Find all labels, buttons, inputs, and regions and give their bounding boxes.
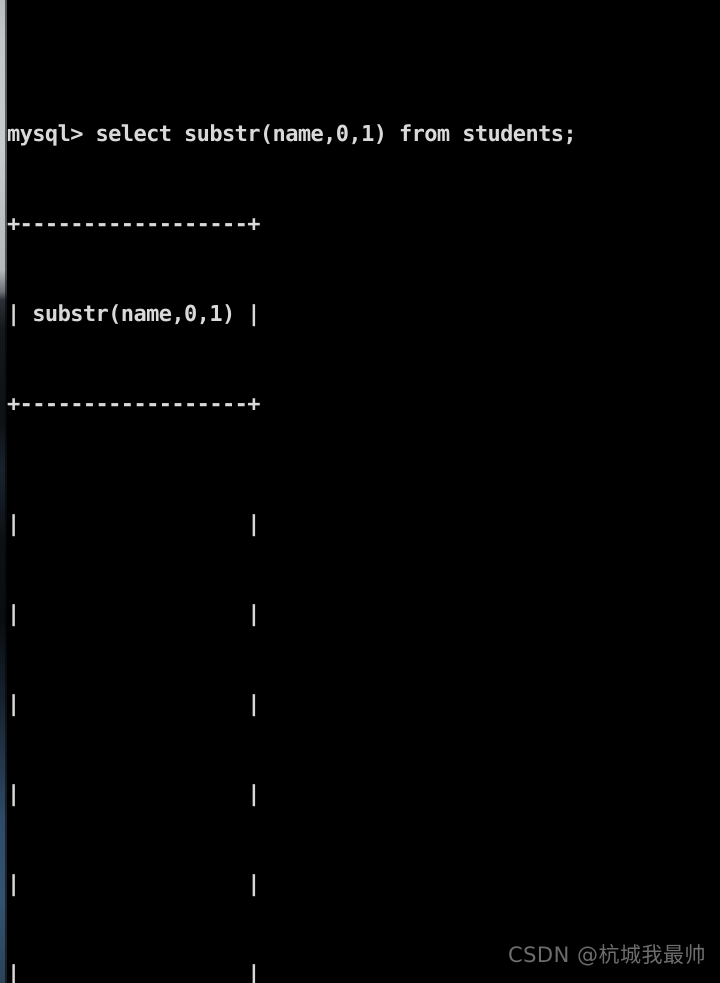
table1-header-row: | substr(name,0,1) | [7,302,261,327]
table1-header-separator: +------------------+ [7,392,261,417]
terminal-window: mysql> select substr(name,0,1) from stud… [0,0,720,983]
terminal-output: mysql> select substr(name,0,1) from stud… [7,0,720,983]
table-row: | | [7,602,261,627]
table1-top-border: +------------------+ [7,212,261,237]
command-line-1: mysql> select substr(name,0,1) from stud… [7,122,577,147]
table-row: | | [7,872,261,897]
watermark: CSDN @杭城我最帅 [507,943,706,967]
table-row: | | [7,512,261,537]
table-row: | | [7,782,261,807]
vertical-scrollbar[interactable] [0,0,7,983]
table-row: | | [7,692,261,717]
